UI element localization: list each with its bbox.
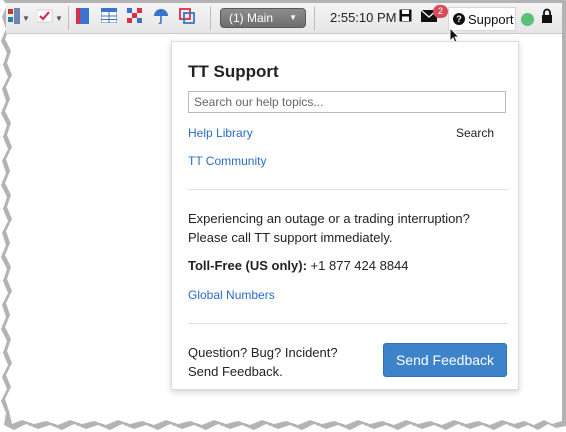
messages-badge: 2 bbox=[433, 5, 448, 18]
divider bbox=[188, 323, 508, 324]
lock-button[interactable] bbox=[538, 3, 556, 33]
windows-button[interactable] bbox=[176, 3, 198, 33]
save-icon bbox=[399, 9, 412, 27]
grid-button[interactable] bbox=[98, 3, 120, 33]
support-panel: TT Support Help Library Search TT Commun… bbox=[171, 41, 519, 390]
global-numbers-link[interactable]: Global Numbers bbox=[188, 288, 275, 302]
workspace-selector[interactable]: (1) Main ▼ bbox=[220, 8, 306, 28]
tollfree-label: Toll-Free (US only): bbox=[188, 258, 307, 273]
pattern-icon bbox=[127, 8, 143, 28]
layout-menu-button[interactable]: ▼ bbox=[6, 3, 32, 33]
clock: 2:55:10 PM bbox=[330, 10, 397, 25]
pattern-button[interactable] bbox=[124, 3, 146, 33]
help-library-link[interactable]: Help Library bbox=[188, 126, 253, 140]
checklist-menu-button[interactable]: ▼ bbox=[36, 3, 64, 33]
tt-community-link[interactable]: TT Community bbox=[188, 154, 266, 168]
panel-title: TT Support bbox=[188, 62, 279, 81]
main-toolbar: ▼ ▼ (1) Main ▼ 2:55:10 PM 2 ? Support bbox=[6, 3, 562, 34]
tollfree-phone: Toll-Free (US only): +1 877 424 8844 bbox=[188, 258, 409, 273]
book-icon bbox=[75, 7, 89, 29]
lock-icon bbox=[541, 8, 553, 28]
feedback-text-line1: Question? Bug? Incident? bbox=[188, 345, 338, 360]
help-search-input[interactable] bbox=[188, 91, 506, 113]
save-button[interactable] bbox=[396, 3, 414, 33]
divider bbox=[188, 189, 508, 190]
outage-text-line1: Experiencing an outage or a trading inte… bbox=[188, 211, 470, 226]
connection-status-indicator[interactable] bbox=[521, 13, 534, 26]
chevron-down-icon: ▼ bbox=[289, 13, 297, 22]
umbrella-button[interactable] bbox=[150, 3, 172, 33]
outage-text-line2: Please call TT support immediately. bbox=[188, 230, 393, 245]
window-icon bbox=[179, 7, 195, 29]
support-label: Support bbox=[468, 11, 514, 27]
search-link[interactable]: Search bbox=[456, 126, 494, 140]
grid-icon bbox=[100, 7, 118, 28]
tollfree-number: +1 877 424 8844 bbox=[306, 258, 409, 273]
chevron-down-icon: ▼ bbox=[22, 13, 30, 23]
notebook-button[interactable] bbox=[72, 3, 92, 33]
question-icon: ? bbox=[453, 13, 465, 25]
umbrella-icon bbox=[153, 8, 169, 29]
chevron-down-icon: ▼ bbox=[55, 13, 63, 23]
layout-icon bbox=[8, 7, 21, 29]
feedback-text-line2: Send Feedback. bbox=[188, 364, 283, 379]
send-feedback-button[interactable]: Send Feedback bbox=[383, 343, 507, 377]
workspace-selector-label: (1) Main bbox=[229, 11, 274, 25]
checkmark-icon bbox=[36, 9, 53, 28]
